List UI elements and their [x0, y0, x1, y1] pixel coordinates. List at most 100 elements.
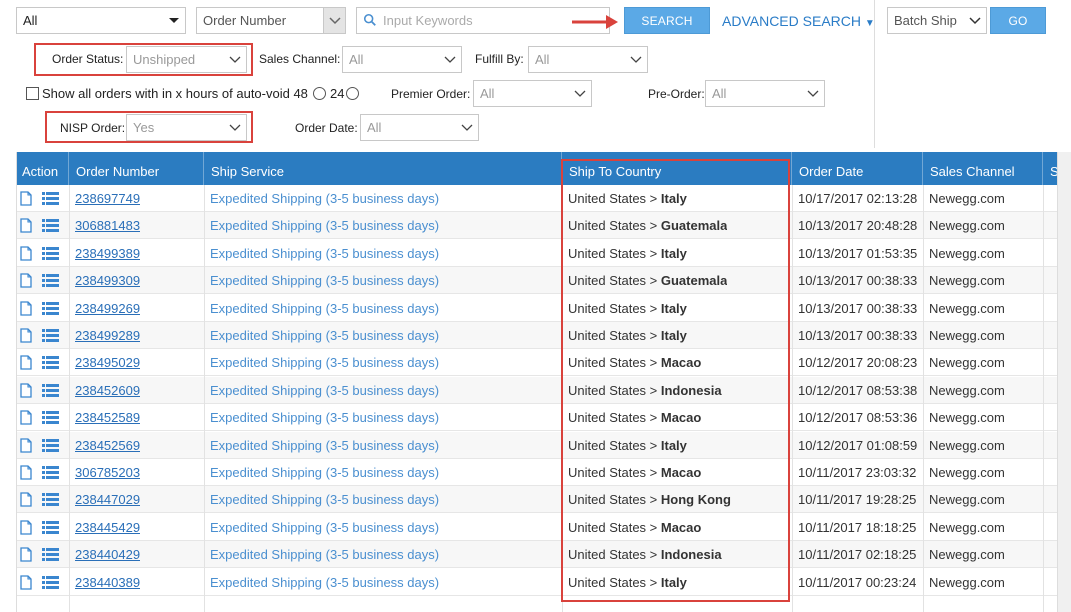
document-icon[interactable]: [20, 520, 32, 535]
pre-order-select[interactable]: All: [705, 80, 825, 107]
list-icon[interactable]: [42, 438, 59, 452]
document-icon[interactable]: [20, 437, 32, 453]
orders-table: Action Order Number Ship Service Ship To…: [16, 152, 1071, 612]
ship-service: Expedited Shipping (3-5 business days): [210, 300, 440, 316]
table-row: 238499309 Expedited Shipping (3-5 busines…: [17, 267, 1057, 295]
list-icon[interactable]: [42, 356, 59, 370]
batch-action-select[interactable]: Batch Ship: [887, 7, 987, 34]
chevron-down-icon: [224, 47, 246, 72]
order-number-link[interactable]: 306785203: [75, 459, 140, 486]
col-divider: [923, 185, 924, 612]
document-icon[interactable]: [20, 574, 32, 590]
order-date: 10/11/2017 02:18:25: [798, 547, 917, 563]
nisp-order-select[interactable]: Yes: [126, 114, 247, 141]
document-icon[interactable]: [20, 465, 32, 480]
document-icon[interactable]: [20, 300, 32, 316]
list-icon[interactable]: [42, 466, 59, 479]
col-action[interactable]: Action: [17, 152, 69, 185]
col-divider: [792, 185, 793, 612]
list-icon[interactable]: [42, 301, 59, 315]
col-order-date[interactable]: Order Date: [792, 152, 923, 185]
list-icon[interactable]: [42, 575, 59, 589]
col-ship-service[interactable]: Ship Service: [204, 152, 562, 185]
vertical-scrollbar[interactable]: [1057, 152, 1071, 612]
order-number-link[interactable]: 238452609: [75, 377, 140, 404]
list-icon[interactable]: [42, 411, 59, 425]
chevron-down-icon: [625, 47, 647, 72]
search-field-select[interactable]: Order Number: [196, 7, 346, 34]
ship-service: Expedited Shipping (3-5 business days): [210, 328, 440, 343]
scope-select[interactable]: All: [16, 7, 186, 34]
order-date-label: Order Date:: [295, 121, 358, 135]
ship-service: Expedited Shipping (3-5 business days): [210, 245, 440, 261]
list-icon[interactable]: [42, 548, 59, 562]
search-button[interactable]: SEARCH: [624, 7, 710, 34]
order-number-link[interactable]: 238447029: [75, 486, 140, 513]
document-icon[interactable]: [20, 328, 32, 343]
list-icon[interactable]: [42, 520, 59, 534]
order-date: 10/12/2017 08:53:38: [798, 382, 918, 398]
go-button[interactable]: GO: [990, 7, 1046, 34]
sales-channel: Newegg.com: [929, 382, 1005, 398]
list-icon[interactable]: [42, 383, 59, 397]
sales-channel: Newegg.com: [929, 245, 1005, 261]
auto-void-48-radio[interactable]: [313, 87, 326, 100]
list-icon[interactable]: [42, 219, 59, 233]
order-number-link[interactable]: 238452569: [75, 432, 140, 459]
col-divider: [204, 185, 205, 612]
order-number-link[interactable]: 238445429: [75, 514, 140, 541]
order-number-link[interactable]: 238440429: [75, 541, 140, 568]
order-number-link[interactable]: 238697749: [75, 185, 140, 212]
search-icon: [363, 13, 379, 29]
document-icon[interactable]: [20, 492, 32, 508]
advanced-search-link[interactable]: ADVANCED SEARCH ▼: [722, 13, 875, 29]
order-date: 10/12/2017 08:53:36: [798, 410, 918, 426]
order-number-link[interactable]: 238495029: [75, 349, 140, 376]
document-icon[interactable]: [20, 410, 32, 425]
order-number-link[interactable]: 238452589: [75, 404, 140, 431]
order-date: 10/13/2017 00:38:33: [798, 273, 918, 289]
table-row: 306785203 Expedited Shipping (3-5 busines…: [17, 459, 1057, 486]
order-number-link[interactable]: 238499269: [75, 295, 140, 322]
list-icon[interactable]: [42, 329, 59, 342]
order-date-select[interactable]: All: [360, 114, 479, 141]
table-row: 238499269 Expedited Shipping (3-5 busines…: [17, 295, 1057, 322]
nisp-order-label: NISP Order:: [60, 121, 126, 135]
document-icon[interactable]: [20, 547, 32, 562]
table-row: 238499389 Expedited Shipping (3-5 busines…: [17, 240, 1057, 267]
sales-channel: Newegg.com: [929, 437, 1005, 453]
sales-channel: Newegg.com: [929, 519, 1005, 535]
document-icon[interactable]: [20, 383, 32, 398]
list-icon[interactable]: [42, 493, 59, 507]
sales-channel: Newegg.com: [929, 492, 1005, 508]
auto-void-checkbox[interactable]: [26, 87, 39, 100]
order-number-link[interactable]: 238440389: [75, 569, 140, 596]
document-icon[interactable]: [20, 355, 32, 371]
document-icon[interactable]: [20, 246, 32, 261]
search-field-value: Order Number: [203, 13, 287, 28]
order-number-link[interactable]: 306881483: [75, 212, 140, 239]
table-row: 238440429 Expedited Shipping (3-5 busines…: [17, 541, 1057, 569]
premier-order-select[interactable]: All: [473, 80, 592, 107]
fulfill-by-select[interactable]: All: [528, 46, 648, 73]
order-number-link[interactable]: 238499289: [75, 322, 140, 349]
document-icon[interactable]: [20, 191, 32, 206]
list-icon[interactable]: [42, 274, 59, 288]
order-status-select[interactable]: Unshipped: [126, 46, 247, 73]
order-number-link[interactable]: 238499389: [75, 240, 140, 267]
batch-action-value: Batch Ship: [894, 13, 957, 28]
fulfill-by-label: Fulfill By:: [475, 52, 524, 66]
divider: [874, 0, 875, 148]
col-sales-channel[interactable]: Sales Channel: [923, 152, 1043, 185]
list-icon[interactable]: [42, 246, 59, 260]
auto-void-24-radio[interactable]: [346, 87, 359, 100]
table-row: 238499289 Expedited Shipping (3-5 busines…: [17, 322, 1057, 349]
col-order-number[interactable]: Order Number: [69, 152, 204, 185]
ship-service: Expedited Shipping (3-5 business days): [210, 382, 440, 398]
order-number-link[interactable]: 238499309: [75, 267, 140, 294]
list-icon[interactable]: [42, 192, 59, 205]
document-icon[interactable]: [20, 273, 32, 288]
document-icon[interactable]: [20, 218, 32, 234]
sales-channel-select[interactable]: All: [342, 46, 462, 73]
order-date: 10/13/2017 00:38:33: [798, 300, 918, 316]
